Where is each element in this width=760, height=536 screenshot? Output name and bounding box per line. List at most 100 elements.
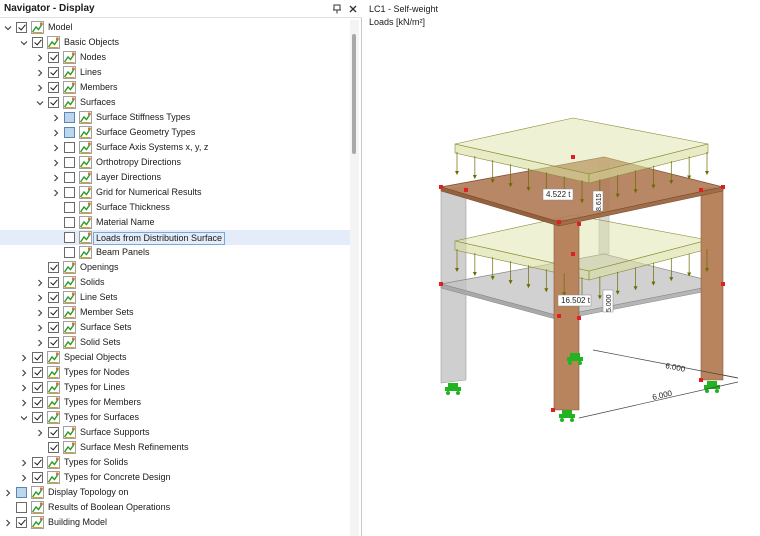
tree-item[interactable]: Building Model: [0, 515, 350, 530]
tree-item[interactable]: Orthotropy Directions: [0, 155, 350, 170]
tree-item-checkbox[interactable]: [48, 262, 59, 273]
tree-item-checkbox[interactable]: [48, 337, 59, 348]
chevron-right-icon[interactable]: [19, 470, 29, 485]
tree-item[interactable]: Surface Geometry Types: [0, 125, 350, 140]
chevron-right-icon[interactable]: [19, 395, 29, 410]
tree-item[interactable]: Types for Nodes: [0, 365, 350, 380]
tree-item[interactable]: Types for Solids: [0, 455, 350, 470]
tree-item-checkbox[interactable]: [64, 172, 75, 183]
tree-item-checkbox[interactable]: [32, 457, 43, 468]
chevron-down-icon[interactable]: [19, 35, 29, 50]
model-viewport[interactable]: 6.000 6.000 4.522 t 16.502 t 8.615 5.000 LC1 …: [363, 0, 760, 536]
tree-item[interactable]: Results of Boolean Operations: [0, 500, 350, 515]
tree-item-checkbox[interactable]: [64, 157, 75, 168]
chevron-right-icon[interactable]: [35, 335, 45, 350]
tree-item-checkbox[interactable]: [16, 502, 27, 513]
tree-item-checkbox[interactable]: [16, 22, 27, 33]
tree-item-checkbox[interactable]: [16, 517, 27, 528]
tree-item-checkbox[interactable]: [64, 142, 75, 153]
chevron-right-icon[interactable]: [51, 185, 61, 200]
chevron-right-icon[interactable]: [35, 305, 45, 320]
tree-item[interactable]: Layer Directions: [0, 170, 350, 185]
tree-item-checkbox[interactable]: [32, 367, 43, 378]
tree-item-checkbox[interactable]: [64, 232, 75, 243]
tree-item-checkbox[interactable]: [64, 247, 75, 258]
chevron-right-icon[interactable]: [35, 320, 45, 335]
tree-item-checkbox[interactable]: [48, 322, 59, 333]
chevron-right-icon[interactable]: [35, 80, 45, 95]
pin-icon[interactable]: [330, 2, 344, 16]
tree-item-checkbox[interactable]: [48, 292, 59, 303]
tree-item-checkbox[interactable]: [32, 412, 43, 423]
chevron-right-icon[interactable]: [35, 290, 45, 305]
tree-item-checkbox[interactable]: [48, 427, 59, 438]
chevron-right-icon[interactable]: [19, 350, 29, 365]
tree-item[interactable]: Types for Members: [0, 395, 350, 410]
tree-item[interactable]: Material Name: [0, 215, 350, 230]
chevron-right-icon[interactable]: [51, 140, 61, 155]
tree-item-checkbox[interactable]: [64, 202, 75, 213]
tree-item[interactable]: Surface Thickness: [0, 200, 350, 215]
tree-item[interactable]: Surface Stiffness Types: [0, 110, 350, 125]
tree-item[interactable]: Grid for Numerical Results: [0, 185, 350, 200]
tree-item-checkbox[interactable]: [48, 67, 59, 78]
chevron-down-icon[interactable]: [19, 410, 29, 425]
tree-item-checkbox[interactable]: [48, 97, 59, 108]
node-marker: [577, 316, 581, 320]
tree-item[interactable]: Types for Lines: [0, 380, 350, 395]
tree-item-checkbox[interactable]: [32, 397, 43, 408]
chevron-right-icon[interactable]: [35, 65, 45, 80]
tree-item-checkbox[interactable]: [64, 112, 75, 123]
tree-item[interactable]: Members: [0, 80, 350, 95]
tree-item[interactable]: Surface Axis Systems x, y, z: [0, 140, 350, 155]
tree-item[interactable]: Display Topology on: [0, 485, 350, 500]
tree-item-checkbox[interactable]: [48, 442, 59, 453]
tree-item[interactable]: Types for Surfaces: [0, 410, 350, 425]
chevron-down-icon[interactable]: [3, 20, 13, 35]
tree-item-checkbox[interactable]: [64, 187, 75, 198]
chevron-right-icon[interactable]: [19, 365, 29, 380]
tree-item[interactable]: Member Sets: [0, 305, 350, 320]
tree-item[interactable]: Surface Supports: [0, 425, 350, 440]
tree-item[interactable]: Surfaces: [0, 95, 350, 110]
chevron-right-icon[interactable]: [3, 515, 13, 530]
tree-item-checkbox[interactable]: [32, 382, 43, 393]
tree-item[interactable]: Openings: [0, 260, 350, 275]
tree-item[interactable]: Lines: [0, 65, 350, 80]
tree-item-checkbox[interactable]: [64, 127, 75, 138]
tree-item[interactable]: Surface Sets: [0, 320, 350, 335]
tree-item-checkbox[interactable]: [48, 307, 59, 318]
chevron-right-icon[interactable]: [3, 485, 13, 500]
tree-item-checkbox[interactable]: [32, 472, 43, 483]
tree-item[interactable]: Beam Panels: [0, 245, 350, 260]
chevron-right-icon[interactable]: [19, 380, 29, 395]
chevron-right-icon[interactable]: [35, 275, 45, 290]
tree-item[interactable]: Model: [0, 20, 350, 35]
chevron-right-icon[interactable]: [35, 425, 45, 440]
chevron-right-icon[interactable]: [35, 50, 45, 65]
tree-item-checkbox[interactable]: [48, 52, 59, 63]
tree-item[interactable]: Solids: [0, 275, 350, 290]
tree-item-checkbox[interactable]: [16, 487, 27, 498]
tree-item[interactable]: Loads from Distribution Surface: [0, 230, 350, 245]
tree-item-checkbox[interactable]: [32, 352, 43, 363]
tree-item-checkbox[interactable]: [48, 82, 59, 93]
tree-item[interactable]: Nodes: [0, 50, 350, 65]
close-icon[interactable]: [346, 2, 360, 16]
chevron-right-icon[interactable]: [51, 125, 61, 140]
tree-item-checkbox[interactable]: [64, 217, 75, 228]
tree-item-checkbox[interactable]: [48, 277, 59, 288]
chevron-right-icon[interactable]: [51, 110, 61, 125]
tree-item[interactable]: Types for Concrete Design: [0, 470, 350, 485]
chevron-right-icon[interactable]: [51, 155, 61, 170]
tree-item[interactable]: Solid Sets: [0, 335, 350, 350]
tree-item[interactable]: Basic Objects: [0, 35, 350, 50]
navigator-scrollbar-thumb[interactable]: [352, 34, 356, 154]
tree-item-checkbox[interactable]: [32, 37, 43, 48]
tree-item[interactable]: Special Objects: [0, 350, 350, 365]
tree-item[interactable]: Line Sets: [0, 290, 350, 305]
tree-item[interactable]: Surface Mesh Refinements: [0, 440, 350, 455]
chevron-right-icon[interactable]: [19, 455, 29, 470]
chevron-down-icon[interactable]: [35, 95, 45, 110]
chevron-right-icon[interactable]: [51, 170, 61, 185]
